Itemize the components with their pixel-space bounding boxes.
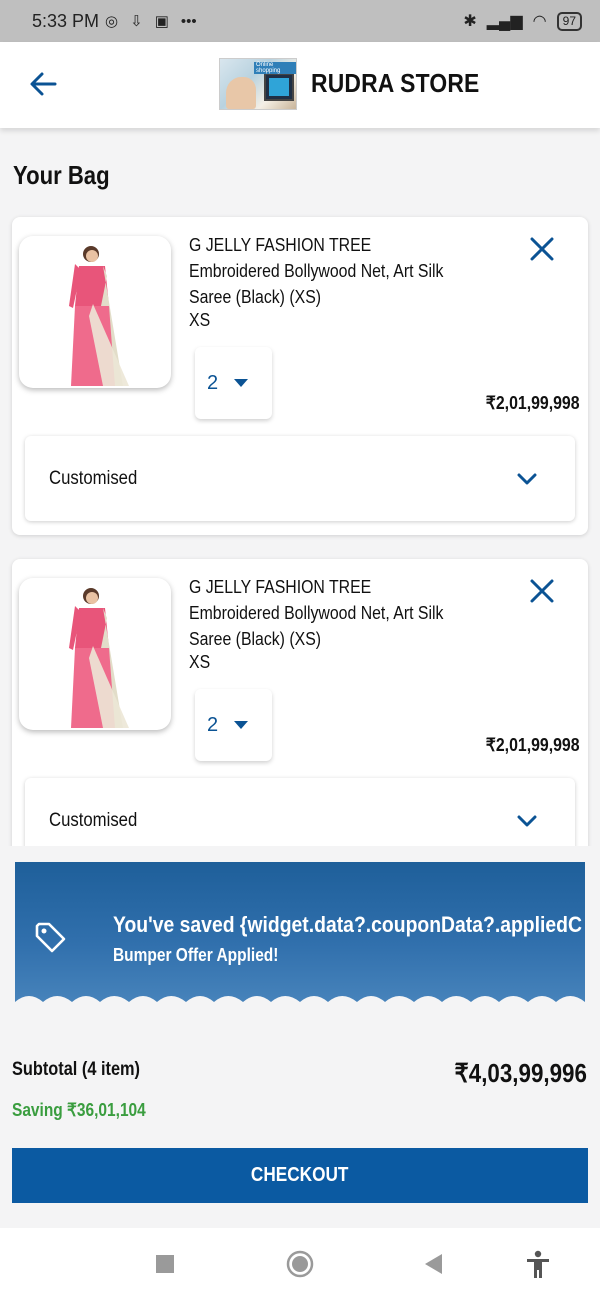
back-icon[interactable] bbox=[418, 1248, 450, 1280]
dropdown-arrow-icon bbox=[234, 379, 248, 387]
opera-icon: ◎ bbox=[105, 13, 119, 30]
close-icon[interactable] bbox=[528, 235, 556, 263]
wifi-icon: ◠ bbox=[532, 13, 547, 30]
chevron-down-icon bbox=[517, 473, 537, 485]
saving-text: Saving ₹36,01,104 bbox=[12, 1100, 146, 1120]
status-bar: 5:33 PM ◎ ⇩ ▣ ••• ✱ ▂▄▆ ◠ 97 bbox=[0, 0, 600, 42]
logo-laptop bbox=[264, 73, 294, 101]
page-title: Your Bag bbox=[13, 160, 110, 190]
coupon-subtitle: Bumper Offer Applied! bbox=[113, 945, 279, 965]
product-size: XS bbox=[189, 652, 211, 672]
store-logo: Online shopping bbox=[219, 58, 297, 110]
system-icons: ✱ ▂▄▆ ◠ 97 bbox=[463, 11, 582, 31]
dropdown-arrow-icon bbox=[234, 721, 248, 729]
saree-illustration bbox=[69, 588, 129, 728]
subtotal-label: Subtotal (4 item) bbox=[12, 1059, 141, 1080]
logo-hand bbox=[226, 77, 256, 109]
product-image[interactable] bbox=[19, 236, 171, 388]
battery-icon: 97 bbox=[556, 11, 582, 31]
system-nav-bar bbox=[0, 1228, 600, 1300]
product-price: ₹2,01,99,998 bbox=[486, 393, 580, 413]
quantity-dropdown[interactable]: 2 bbox=[195, 689, 272, 761]
quantity-value: 2 bbox=[207, 714, 219, 736]
product-title[interactable]: G JELLY FASHION TREE Embroidered Bollywo… bbox=[189, 574, 444, 652]
status-time: 5:33 PM bbox=[32, 10, 100, 31]
coupon-banner[interactable]: You've saved {widget.data?.couponData?.a… bbox=[15, 862, 585, 1012]
download-icon: ⇩ bbox=[130, 13, 143, 30]
product-title[interactable]: G JELLY FASHION TREE Embroidered Bollywo… bbox=[189, 232, 444, 310]
cart-item: G JELLY FASHION TREE Embroidered Bollywo… bbox=[12, 559, 588, 877]
bluetooth-icon: ✱ bbox=[463, 13, 477, 30]
accessibility-icon[interactable] bbox=[522, 1248, 554, 1280]
signal-icon: ▂▄▆ bbox=[486, 13, 523, 30]
back-arrow-icon[interactable] bbox=[28, 69, 58, 99]
product-image[interactable] bbox=[19, 578, 171, 730]
recents-icon[interactable] bbox=[149, 1248, 181, 1280]
chevron-down-icon bbox=[517, 815, 537, 827]
close-icon[interactable] bbox=[528, 577, 556, 605]
app-bar: Online shopping RUDRA STORE bbox=[0, 42, 600, 128]
logo-text: Online shopping bbox=[254, 62, 296, 74]
wave-divider bbox=[15, 996, 585, 1012]
home-icon[interactable] bbox=[284, 1248, 316, 1280]
subtotal-value: ₹4,03,99,996 bbox=[454, 1058, 587, 1088]
clipboard-icon: ▣ bbox=[154, 13, 169, 30]
notification-icons: ◎ ⇩ ▣ ••• bbox=[105, 12, 197, 31]
quantity-value: 2 bbox=[207, 372, 219, 394]
customised-label: Customised bbox=[49, 810, 138, 831]
customised-expander[interactable]: Customised bbox=[25, 436, 575, 521]
checkout-button[interactable]: CHECKOUT bbox=[12, 1148, 588, 1203]
quantity-dropdown[interactable]: 2 bbox=[195, 347, 272, 419]
product-size: XS bbox=[189, 310, 211, 330]
product-price: ₹2,01,99,998 bbox=[486, 735, 580, 755]
order-summary: Subtotal (4 item) ₹4,03,99,996 Saving ₹3… bbox=[0, 1012, 600, 1228]
tag-icon bbox=[35, 922, 66, 953]
saree-illustration bbox=[69, 246, 129, 386]
store-name: RUDRA STORE bbox=[311, 68, 480, 98]
customised-label: Customised bbox=[49, 468, 138, 489]
coupon-title: You've saved {widget.data?.couponData?.a… bbox=[113, 912, 582, 937]
checkout-label: CHECKOUT bbox=[251, 1164, 349, 1186]
more-icon: ••• bbox=[180, 12, 197, 30]
cart-item: G JELLY FASHION TREE Embroidered Bollywo… bbox=[12, 217, 588, 535]
